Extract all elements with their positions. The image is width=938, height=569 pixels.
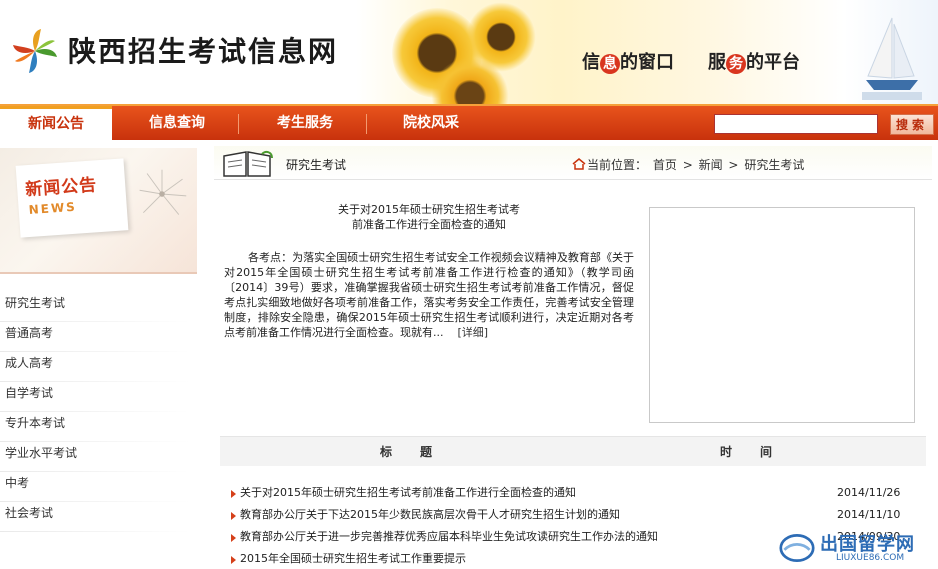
news-banner: 新闻公告 NEWS	[0, 148, 197, 274]
news-row-title[interactable]: 2015年全国硕士研究生招生考试工作重要提示	[240, 552, 466, 565]
news-row[interactable]: 关于对2015年硕士研究生招生考试考前准备工作进行全面检查的通知 2014/11/…	[220, 482, 926, 504]
open-book-icon	[223, 150, 273, 177]
featured-article-body-text: 各考点：为落实全国硕士研究生招生考试安全工作视频会议精神及教育部《关于对2015…	[224, 251, 634, 339]
featured-article-title-line1: 关于对2015年硕士研究生招生考试考	[338, 203, 520, 216]
breadcrumb-label: 当前位置：	[587, 158, 648, 172]
featured-article-title-line2: 前准备工作进行全面检查的通知	[352, 218, 506, 231]
bullet-arrow-icon	[231, 556, 236, 564]
breadcrumb-bar: 研究生考试 当前位置： 首页 > 新闻 > 研究生考试	[214, 146, 932, 180]
slogan-service-platform: 服务的平台	[708, 52, 800, 74]
news-banner-title: 新闻公告	[24, 175, 98, 201]
article-image-placeholder	[649, 207, 915, 423]
nav-item-news[interactable]: 新闻公告	[0, 106, 112, 142]
breadcrumb-current: 研究生考试	[744, 158, 805, 172]
featured-article: 关于对2015年硕士研究生招生考试考 前准备工作进行全面检查的通知 各考点：为落…	[224, 202, 634, 340]
watermark-logo-icon	[779, 534, 815, 562]
news-row-title[interactable]: 关于对2015年硕士研究生招生考试考前准备工作进行全面检查的通知	[240, 486, 576, 499]
nav-divider	[366, 114, 367, 134]
column-header-time: 时间	[720, 445, 801, 459]
breadcrumb-news-link[interactable]: 新闻	[699, 158, 723, 172]
section-title: 研究生考试	[286, 158, 347, 172]
news-row-date: 2014/11/10	[837, 508, 901, 521]
featured-article-title[interactable]: 关于对2015年硕士研究生招生考试考 前准备工作进行全面检查的通知	[224, 202, 634, 232]
column-header-title: 标题	[380, 445, 461, 459]
main-content: 研究生考试 当前位置： 首页 > 新闻 > 研究生考试 关于对2015年硕士研究…	[206, 146, 938, 569]
bullet-arrow-icon	[231, 512, 236, 520]
sidebar: 新闻公告 NEWS 研究生考试 普通高考 成人高考 自学考试 专升本考试 学业水…	[0, 148, 197, 569]
home-icon	[572, 158, 586, 170]
more-details-link[interactable]: [详细]	[458, 326, 489, 339]
sidebar-category-list: 研究生考试 普通高考 成人高考 自学考试 专升本考试 学业水平考试 中考 社会考…	[0, 292, 197, 532]
main-nav: 新闻公告 信息查询 考生服务 院校风采 搜索	[0, 104, 938, 142]
nav-item-candidate-service[interactable]: 考生服务	[244, 106, 366, 140]
breadcrumb-home-link[interactable]: 首页	[653, 158, 677, 172]
news-table-header: 标题 时间	[220, 436, 926, 466]
watermark-url: LIUXUE86.COM	[836, 553, 905, 563]
nav-item-school-showcase[interactable]: 院校风采	[370, 106, 492, 140]
news-row[interactable]: 教育部办公厅关于下达2015年少数民族高层次骨干人才研究生招生计划的通知 2014…	[220, 504, 926, 526]
nav-divider	[238, 114, 239, 134]
sidebar-item-zhongkao[interactable]: 中考	[0, 472, 197, 502]
sailboat-icon	[862, 17, 922, 100]
sidebar-item-upgrade-exam[interactable]: 专升本考试	[0, 412, 197, 442]
sidebar-item-proficiency-exam[interactable]: 学业水平考试	[0, 442, 197, 472]
search-input[interactable]	[714, 114, 878, 134]
sidebar-item-self-study-exam[interactable]: 自学考试	[0, 382, 197, 412]
news-banner-subtitle: NEWS	[28, 199, 78, 218]
featured-article-summary: 各考点：为落实全国硕士研究生招生考试安全工作视频会议精神及教育部《关于对2015…	[224, 250, 634, 340]
sidebar-item-graduate-exam[interactable]: 研究生考试	[0, 292, 197, 322]
pinwheel-logo-icon	[13, 29, 57, 73]
site-header: 陕西招生考试信息网 信息的窗口 服务的平台	[0, 0, 938, 104]
sidebar-item-adult-exam[interactable]: 成人高考	[0, 352, 197, 382]
breadcrumb: 当前位置： 首页 > 新闻 > 研究生考试	[572, 156, 806, 173]
dandelion-decoration-icon	[139, 169, 187, 215]
news-row-date: 2014/11/26	[837, 486, 901, 499]
watermark: 出国留学网 LIUXUE86.COM	[776, 528, 938, 569]
bullet-arrow-icon	[231, 534, 236, 542]
nav-item-info-query[interactable]: 信息查询	[116, 106, 238, 140]
breadcrumb-separator: >	[728, 158, 739, 172]
search-button[interactable]: 搜索	[890, 114, 934, 135]
news-row-title[interactable]: 教育部办公厅关于进一步完善推荐优秀应届本科毕业生免试攻读研究生工作办法的通知	[240, 530, 658, 543]
news-banner-card: 新闻公告 NEWS	[15, 158, 129, 238]
breadcrumb-separator: >	[682, 158, 693, 172]
news-row-title[interactable]: 教育部办公厅关于下达2015年少数民族高层次骨干人才研究生招生计划的通知	[240, 508, 620, 521]
site-title: 陕西招生考试信息网	[68, 35, 339, 68]
sidebar-item-gaokao[interactable]: 普通高考	[0, 322, 197, 352]
slogan-info-window: 信息的窗口	[582, 52, 674, 74]
sidebar-item-social-exam[interactable]: 社会考试	[0, 502, 197, 532]
bullet-arrow-icon	[231, 490, 236, 498]
